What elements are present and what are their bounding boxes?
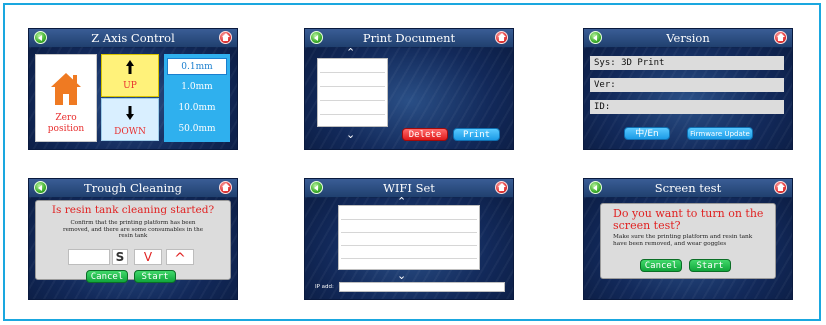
z-axis-control-screen: Z Axis Control Zero position UP DOWN 0.1… bbox=[29, 29, 237, 149]
list-divider bbox=[341, 245, 477, 246]
down-label: DOWN bbox=[114, 127, 146, 137]
chevron-down-icon[interactable]: ⌄ bbox=[346, 129, 355, 140]
back-icon[interactable] bbox=[589, 31, 602, 44]
wifi-network-list[interactable] bbox=[338, 205, 480, 270]
home-icon[interactable] bbox=[495, 31, 508, 44]
decrease-button[interactable]: V bbox=[134, 249, 162, 265]
list-divider bbox=[320, 72, 385, 73]
print-button[interactable]: Print bbox=[453, 128, 500, 141]
home-icon[interactable] bbox=[219, 31, 232, 44]
start-button[interactable]: Start bbox=[689, 259, 731, 272]
wifi-set-screen: WIFI Set ⌃ ⌄ IP add: bbox=[305, 179, 513, 299]
step-option[interactable]: 10.0mm bbox=[167, 100, 227, 117]
zero-position-label: Zero position bbox=[47, 113, 85, 134]
down-button[interactable]: DOWN bbox=[101, 98, 159, 141]
home-icon[interactable] bbox=[774, 181, 787, 194]
up-button[interactable]: UP bbox=[101, 54, 159, 97]
print-document-screen: Print Document ⌃ ⌄ Delete Print bbox=[305, 29, 513, 149]
back-icon[interactable] bbox=[310, 181, 323, 194]
screen-title: Screen test bbox=[654, 181, 722, 195]
cancel-button[interactable]: Cancel bbox=[640, 259, 682, 272]
list-divider bbox=[320, 114, 385, 115]
screen-test-detail: Make sure the printing platform and resi… bbox=[613, 234, 753, 247]
screen-test-screen: Screen test Do you want to turn on the s… bbox=[584, 179, 792, 299]
screen-title: Print Document bbox=[362, 31, 456, 45]
system-row: Sys: 3D Print bbox=[590, 56, 784, 70]
home-icon[interactable] bbox=[219, 181, 232, 194]
trough-cleaning-screen: Trough Cleaning Is resin tank cleaning s… bbox=[29, 179, 237, 299]
home-icon[interactable] bbox=[495, 181, 508, 194]
back-icon[interactable] bbox=[310, 31, 323, 44]
screen-test-question: Do you want to turn on the screen test? bbox=[613, 207, 764, 232]
cancel-button[interactable]: Cancel bbox=[86, 270, 128, 283]
screen-title: Version bbox=[666, 31, 710, 45]
screen-test-dialog: Do you want to turn on the screen test? … bbox=[600, 203, 776, 279]
zero-position-button[interactable]: Zero position bbox=[35, 54, 97, 142]
step-size-list: 0.1mm 1.0mm 10.0mm 50.0mm bbox=[164, 54, 230, 142]
s-button[interactable]: S bbox=[112, 249, 128, 265]
version-screen: Version Sys: 3D Print Ver: ID: 中/En Firm… bbox=[584, 29, 792, 149]
step-option[interactable]: 0.1mm bbox=[167, 58, 227, 75]
screen-title: Z Axis Control bbox=[91, 31, 175, 45]
input-field[interactable] bbox=[68, 249, 110, 265]
list-divider bbox=[341, 258, 477, 259]
step-option[interactable]: 50.0mm bbox=[167, 121, 227, 138]
down-arrow-icon bbox=[126, 106, 134, 120]
house-icon bbox=[51, 73, 81, 105]
back-icon[interactable] bbox=[589, 181, 602, 194]
chevron-down-icon[interactable]: ⌄ bbox=[397, 270, 406, 281]
increase-button[interactable]: ^ bbox=[166, 249, 194, 267]
cleaning-dialog: Is resin tank cleaning started? Confirm … bbox=[35, 200, 231, 283]
language-button[interactable]: 中/En bbox=[624, 127, 670, 140]
ip-address-field[interactable] bbox=[339, 282, 505, 292]
screen-title: WIFI Set bbox=[383, 181, 435, 195]
cleaning-detail: Confirm that the printing platform has b… bbox=[62, 220, 204, 239]
list-divider bbox=[320, 100, 385, 101]
back-icon[interactable] bbox=[34, 31, 47, 44]
up-label: UP bbox=[123, 81, 137, 91]
list-divider bbox=[341, 219, 477, 220]
cleaning-question: Is resin tank cleaning started? bbox=[51, 204, 215, 216]
ip-address-label: IP add: bbox=[315, 284, 334, 290]
chevron-up-icon[interactable]: ⌃ bbox=[346, 47, 355, 58]
file-list[interactable] bbox=[317, 58, 388, 127]
start-button[interactable]: Start bbox=[134, 270, 176, 283]
firmware-update-button[interactable]: Firmware Update bbox=[687, 127, 753, 140]
back-icon[interactable] bbox=[34, 181, 47, 194]
delete-button[interactable]: Delete bbox=[402, 128, 448, 141]
up-arrow-icon bbox=[126, 60, 134, 74]
id-row: ID: bbox=[590, 100, 784, 114]
version-row: Ver: bbox=[590, 78, 784, 92]
list-divider bbox=[320, 86, 385, 87]
home-icon[interactable] bbox=[774, 31, 787, 44]
list-divider bbox=[341, 232, 477, 233]
step-option[interactable]: 1.0mm bbox=[167, 79, 227, 96]
screen-title: Trough Cleaning bbox=[84, 181, 182, 195]
